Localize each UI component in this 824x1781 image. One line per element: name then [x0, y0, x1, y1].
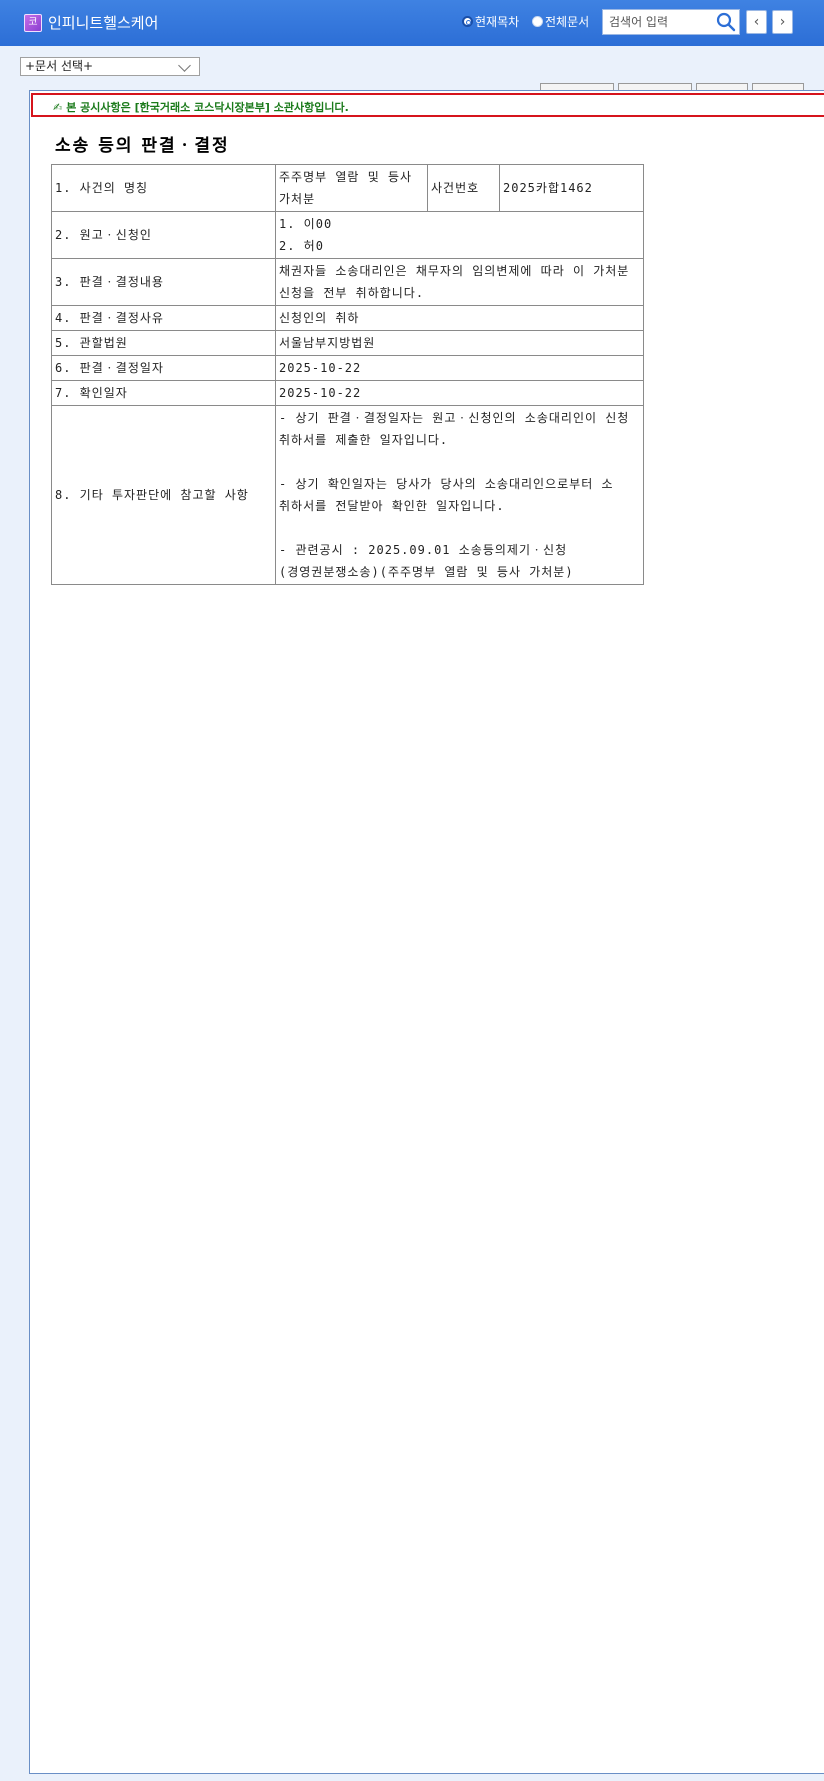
disclosure-table: 1. 사건의 명칭 주주명부 열람 및 등사 가처분 사건번호 2025카합14… — [51, 164, 644, 585]
row-label: 4. 판결ㆍ결정사유 — [51, 305, 276, 331]
search-icon[interactable] — [716, 12, 736, 32]
row-label: 2. 원고ㆍ신청인 — [51, 211, 276, 259]
note-blank — [279, 451, 640, 473]
notice-banner: ✍ 본 공시사항은 [한국거래소 코스닥시장본부] 소관사항입니다. — [31, 93, 824, 117]
row-label: 5. 관할법원 — [51, 330, 276, 356]
row-label: 3. 판결ㆍ결정내용 — [51, 258, 276, 306]
notice-text: 본 공시사항은 [한국거래소 코스닥시장본부] 소관사항입니다. — [66, 101, 349, 114]
row-value: 신청인의 취하 — [275, 305, 644, 331]
radio-all-docs[interactable]: 전체문서 — [532, 13, 589, 30]
pointing-hand-icon: ✍ — [53, 101, 63, 114]
case-number-value: 2025카합1462 — [499, 164, 644, 212]
company-name: 인피니트헬스케어 — [48, 14, 159, 32]
table-row: 6. 판결ㆍ결정일자 2025-10-22 — [51, 355, 644, 381]
document-title: 소송 등의 판결ㆍ결정 — [55, 136, 230, 156]
radio-unchecked-icon[interactable] — [532, 16, 543, 27]
document-select-value: +문서 선택+ — [25, 59, 94, 73]
row-label: 8. 기타 투자판단에 참고할 사항 — [51, 405, 276, 585]
chevron-down-icon — [178, 59, 191, 72]
search-box — [602, 9, 740, 35]
row-label: 6. 판결ㆍ결정일자 — [51, 355, 276, 381]
radio-current-label: 현재목차 — [475, 15, 520, 29]
company-logo-icon: 코 — [24, 14, 42, 32]
plaintiff-line: 2. 허0 — [279, 239, 324, 253]
table-row: 8. 기타 투자판단에 참고할 사항 - 상기 판결ㆍ결정일자는 원고ㆍ신청인의… — [51, 405, 644, 585]
radio-current-toc[interactable]: 현재목차 — [462, 13, 519, 30]
note-line: - 상기 확인일자는 당사가 당사의 소송대리인으로부터 소 취하서를 전달받아… — [279, 477, 614, 513]
radio-all-label: 전체문서 — [545, 15, 590, 29]
search-input[interactable] — [609, 13, 709, 31]
row-value: 2025-10-22 — [275, 380, 644, 406]
table-row: 2. 원고ㆍ신청인 1. 이00 2. 허0 — [51, 211, 644, 259]
document-select[interactable]: +문서 선택+ — [20, 57, 200, 76]
top-bar: 코 인피니트헬스케어 현재목차 전체문서 ‹ › — [0, 0, 824, 46]
table-row: 4. 판결ㆍ결정사유 신청인의 취하 — [51, 305, 644, 331]
table-row: 1. 사건의 명칭 주주명부 열람 및 등사 가처분 사건번호 2025카합14… — [51, 164, 644, 212]
prev-button[interactable]: ‹ — [746, 10, 767, 34]
row-value: 2025-10-22 — [275, 355, 644, 381]
table-row: 5. 관할법원 서울남부지방법원 — [51, 330, 644, 356]
plaintiff-line: 1. 이00 — [279, 217, 333, 231]
table-row: 7. 확인일자 2025-10-22 — [51, 380, 644, 406]
row-value: 주주명부 열람 및 등사 가처분 — [275, 164, 428, 212]
row-value: 채권자들 소송대리인은 채무자의 임의변제에 따라 이 가처분 신청을 전부 취… — [275, 258, 644, 306]
row-value: 서울남부지방법원 — [275, 330, 644, 356]
row-label: 7. 확인일자 — [51, 380, 276, 406]
document-frame: ✍ 본 공시사항은 [한국거래소 코스닥시장본부] 소관사항입니다. 소송 등의 … — [29, 90, 824, 1774]
note-line: - 관련공시 : 2025.09.01 소송등의제기ㆍ신청(경영권분쟁소송)(주… — [279, 543, 574, 579]
radio-checked-icon[interactable] — [462, 16, 473, 27]
row-value: - 상기 판결ㆍ결정일자는 원고ㆍ신청인의 소송대리인이 신청 취하서를 제출한… — [275, 405, 644, 585]
case-number-label: 사건번호 — [427, 164, 500, 212]
note-line: - 상기 판결ㆍ결정일자는 원고ㆍ신청인의 소송대리인이 신청 취하서를 제출한… — [279, 411, 630, 447]
table-row: 3. 판결ㆍ결정내용 채권자들 소송대리인은 채무자의 임의변제에 따라 이 가… — [51, 258, 644, 306]
row-value: 1. 이00 2. 허0 — [275, 211, 644, 259]
note-blank — [279, 517, 640, 539]
row-label: 1. 사건의 명칭 — [51, 164, 276, 212]
next-button[interactable]: › — [772, 10, 793, 34]
